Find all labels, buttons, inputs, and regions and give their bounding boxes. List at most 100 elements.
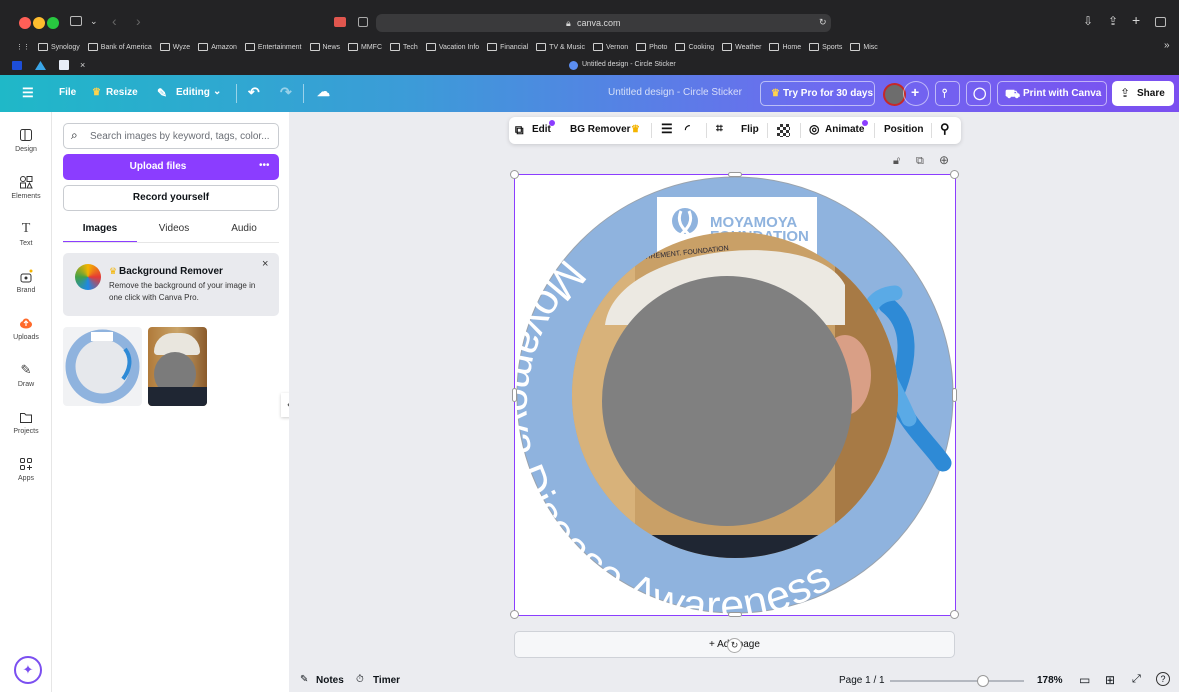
lock-icon[interactable]: 🔓︎ (893, 155, 900, 168)
bookmark-item[interactable]: Weather (722, 41, 761, 53)
resize-handle-ne[interactable] (950, 170, 959, 179)
resize-button[interactable]: Resize (106, 87, 138, 98)
rail-brand[interactable]: Brand (0, 269, 52, 294)
rail-text[interactable]: T Text (0, 222, 52, 248)
grid-view-icon[interactable]: ⊞ (1105, 673, 1115, 687)
new-tab-icon[interactable]: + (1132, 12, 1140, 28)
bookmark-item[interactable]: Wyze (159, 41, 190, 53)
close-window-button[interactable] (19, 17, 31, 29)
zoom-window-button[interactable] (47, 17, 59, 29)
forward-icon[interactable]: › (136, 13, 141, 29)
tab-favicon-2[interactable] (35, 61, 46, 70)
page-view-icon[interactable]: ▭ (1079, 673, 1090, 687)
bookmark-item[interactable]: Cooking (675, 41, 714, 53)
zoom-slider[interactable] (890, 675, 1024, 687)
bookmark-item[interactable]: MMFC (348, 41, 382, 53)
rotate-icon[interactable]: ↻ (727, 638, 742, 653)
notes-button[interactable]: Notes (316, 675, 344, 686)
back-icon[interactable]: ‹ (112, 13, 117, 29)
transparency-icon[interactable] (777, 124, 790, 137)
reader-icon[interactable] (358, 17, 368, 27)
upload-thumbnail-photo[interactable] (148, 327, 207, 406)
tab-favicon-1[interactable] (12, 61, 22, 70)
bookmark-item[interactable]: Vernon (592, 41, 628, 53)
close-tab-icon[interactable]: × (80, 60, 85, 70)
grid-icon[interactable]: ⋮⋮ (16, 41, 30, 53)
resize-handle-sw[interactable] (510, 610, 519, 619)
record-yourself-button[interactable]: Record yourself (63, 185, 279, 211)
rail-design[interactable]: Design (0, 128, 52, 153)
rail-elements[interactable]: Elements (0, 175, 52, 200)
fullscreen-icon[interactable]: ⤢ (1132, 673, 1141, 686)
bookmark-item[interactable]: Financial (487, 41, 528, 53)
tab-favicon-3[interactable] (59, 60, 69, 70)
page-indicator[interactable]: Page 1 / 1 (839, 675, 885, 686)
rail-uploads[interactable]: Uploads (0, 316, 52, 341)
bookmark-item[interactable]: Photo (636, 41, 667, 53)
print-with-canva-button[interactable]: ⛟ Print with Canva (997, 81, 1107, 106)
flip-button[interactable]: Flip (741, 124, 759, 135)
rail-draw[interactable]: ✎ Draw (0, 363, 52, 389)
comments-button[interactable]: ◯ (966, 81, 991, 106)
undo-icon[interactable]: ↶ (248, 84, 260, 101)
add-collaborator-button[interactable]: + (903, 81, 929, 106)
zoom-level[interactable]: 178% (1037, 675, 1063, 686)
insights-button[interactable]: ⫯ (935, 81, 960, 106)
download-icon[interactable]: ⇩ (1083, 14, 1093, 28)
upload-files-button[interactable]: Upload files ••• (63, 154, 279, 180)
bookmark-item[interactable]: Home (769, 41, 801, 53)
tab-videos[interactable]: Videos (137, 223, 211, 234)
close-icon[interactable]: × (262, 258, 268, 270)
bookmark-item[interactable]: Vacation Info (425, 41, 479, 53)
corner-rounding-icon[interactable]: ◜ (685, 122, 690, 136)
timer-button[interactable]: Timer (373, 675, 400, 686)
design-page[interactable]: MOYAMOYA FOUNDATION RETIREMENT. FOUNDATI… (494, 170, 959, 631)
tab-overview-icon[interactable] (1155, 17, 1166, 27)
tab-images[interactable]: Images (63, 223, 137, 234)
redo-icon[interactable]: ↷ (280, 84, 292, 101)
bookmark-item[interactable]: Tech (390, 41, 418, 53)
bookmark-item[interactable]: Entertainment (244, 41, 302, 53)
editing-mode-button[interactable]: Editing (176, 87, 210, 98)
position-button[interactable]: Position (884, 124, 923, 135)
resize-handle-se[interactable] (950, 610, 959, 619)
chevron-down-icon[interactable]: ⌄ (90, 16, 98, 27)
rail-apps[interactable]: Apps (0, 457, 52, 482)
bookmark-item[interactable]: Sports (809, 41, 842, 53)
crop-icon[interactable]: ⌗ (716, 121, 723, 136)
share-button[interactable]: ⇪ Share (1112, 81, 1174, 106)
tab-audio[interactable]: Audio (207, 223, 281, 234)
sidebar-toggle-icon[interactable] (70, 16, 82, 26)
bg-remover-button[interactable]: BG Remover (570, 124, 631, 135)
minimize-window-button[interactable] (33, 17, 45, 29)
resize-handle-w[interactable] (512, 388, 517, 402)
bookmark-item[interactable]: Misc (850, 41, 878, 53)
search-input[interactable]: ⌕ Search images by keyword, tags, color.… (63, 123, 279, 149)
resize-handle-nw[interactable] (510, 170, 519, 179)
document-title[interactable]: Untitled design - Circle Sticker (608, 87, 742, 98)
bookmark-item[interactable]: Synology (38, 41, 80, 53)
chevron-down-icon[interactable]: ⌄ (213, 86, 221, 97)
duplicate-page-icon[interactable]: ⧉ (916, 155, 924, 168)
upload-thumbnail-sticker[interactable] (63, 327, 142, 406)
more-options-icon[interactable]: ••• (259, 160, 270, 171)
more-bookmarks-icon[interactable]: » (1164, 40, 1170, 51)
bookmark-item[interactable]: TV & Music (536, 41, 585, 53)
magic-assistant-button[interactable]: ✦ (14, 656, 42, 684)
active-tab-title[interactable]: Untitled design - Circle Sticker (582, 61, 676, 68)
paint-format-icon[interactable]: ⚲ (940, 121, 950, 137)
bookmark-item[interactable]: Amazon (198, 41, 237, 53)
extension-icon[interactable] (334, 17, 346, 27)
resize-handle-s[interactable] (728, 612, 742, 617)
bookmark-item[interactable]: Bank of America (87, 41, 152, 53)
menu-icon[interactable]: ☰ (22, 85, 34, 101)
try-pro-button[interactable]: ♛ Try Pro for 30 days (760, 81, 875, 106)
bookmark-item[interactable]: News (309, 41, 340, 53)
address-bar[interactable]: 🔒︎ canva.com ↻ (376, 14, 831, 32)
animate-button[interactable]: Animate (825, 124, 864, 135)
rail-projects[interactable]: Projects (0, 410, 52, 435)
circle-sticker-design[interactable]: MOYAMOYA FOUNDATION RETIREMENT. FOUNDATI… (494, 175, 955, 631)
zoom-slider-thumb[interactable] (977, 675, 989, 687)
file-menu[interactable]: File (59, 87, 76, 98)
reload-icon[interactable]: ↻ (819, 17, 827, 28)
